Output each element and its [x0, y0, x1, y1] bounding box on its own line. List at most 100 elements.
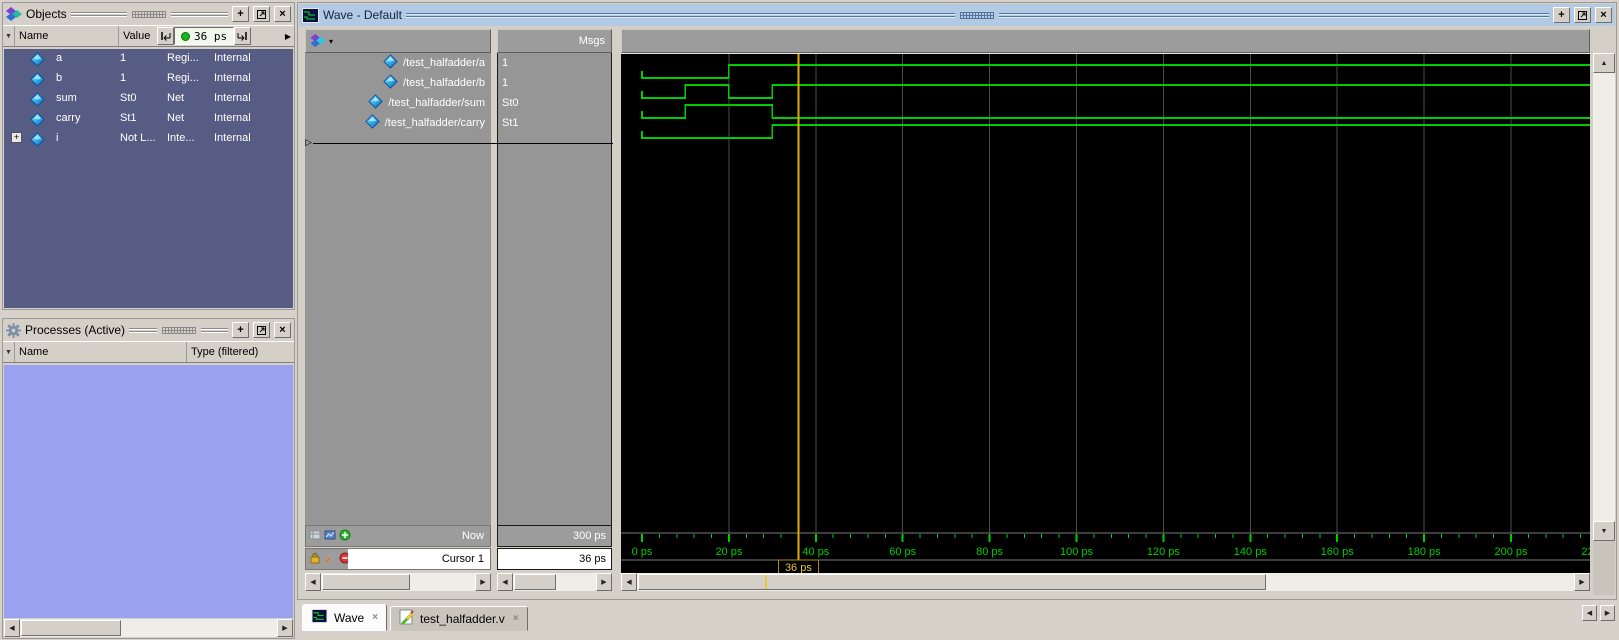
add-cursor-icon[interactable]	[339, 529, 351, 541]
signal-diamond-icon	[368, 94, 383, 112]
objects-filter-icon[interactable]: ▼	[3, 26, 15, 46]
wave-add-button[interactable]: +	[1553, 7, 1570, 23]
object-mode: Internal	[214, 52, 251, 64]
wave-titlebar[interactable]: Wave - Default + ×	[299, 4, 1615, 26]
export-icon[interactable]	[309, 529, 321, 541]
processes-hscroll-thumb[interactable]	[21, 620, 121, 636]
scroll-down-icon[interactable]: ▼	[1593, 521, 1615, 541]
objects-titlebar[interactable]: Objects + ×	[3, 3, 294, 25]
processes-titlebar[interactable]: Processes (Active) + ×	[3, 319, 294, 341]
tab-close-icon[interactable]: ×	[513, 613, 519, 624]
wave-msgs-header[interactable]: Msgs	[497, 29, 612, 53]
tab-wave[interactable]: Wave×	[302, 604, 387, 631]
wave-hscroll-thumb[interactable]	[638, 574, 1266, 590]
objects-header-value[interactable]: Value	[119, 26, 157, 46]
values-hscroll-thumb[interactable]	[514, 574, 556, 590]
tabbar-scroll-left[interactable]: ◀	[1582, 605, 1597, 621]
wave-signal-value-row[interactable]: St0	[498, 93, 611, 113]
wave-drag-grip[interactable]	[406, 12, 1549, 19]
timeline-ruler[interactable]: 0 ps20 ps40 ps60 ps80 ps100 ps120 ps140 …	[621, 525, 1590, 575]
objects-close-button[interactable]: ×	[274, 6, 291, 22]
processes-hscrollbar[interactable]: ◀ ▶	[4, 619, 293, 637]
processes-header-type[interactable]: Type (filtered)	[187, 342, 294, 362]
object-kind: Net	[167, 112, 184, 124]
objects-undock-button[interactable]	[253, 6, 270, 22]
object-name: carry	[56, 112, 80, 124]
names-hscrollbar[interactable]: ◀ ▶	[305, 573, 491, 591]
processes-close-button[interactable]: ×	[274, 322, 291, 338]
cursor-row-label-cell[interactable]: Cursor 1	[305, 548, 491, 570]
signal-group-icon	[310, 34, 326, 48]
scroll-left-icon[interactable]: ◀	[4, 619, 20, 637]
wave-signal-name-row[interactable]: /test_halfadder/b	[305, 73, 491, 93]
objects-row[interactable]: +iNot L...Inte...Internal	[4, 129, 293, 149]
objects-header-overflow-icon[interactable]: ▶	[282, 26, 294, 46]
svg-text:120 ps: 120 ps	[1147, 546, 1181, 558]
wave-signal-value-row[interactable]: 1	[498, 53, 611, 73]
object-kind: Regi...	[167, 72, 199, 84]
values-hscrollbar[interactable]: ◀ ▶	[497, 573, 612, 591]
processes-filter-icon[interactable]: ▼	[3, 342, 15, 362]
signal-diamond-icon	[30, 132, 45, 150]
tab-close-icon[interactable]: ×	[372, 612, 378, 623]
wave-names-header[interactable]: ▾	[305, 29, 491, 53]
wave-options-icon[interactable]	[324, 529, 336, 541]
wave-signal-value-row[interactable]: 1	[498, 73, 611, 93]
names-hscroll-thumb[interactable]	[322, 574, 410, 590]
wave-undock-button[interactable]	[1574, 7, 1591, 23]
objects-row[interactable]: b1Regi...Internal	[4, 69, 293, 89]
next-event-button[interactable]	[234, 27, 251, 45]
objects-icon	[6, 7, 22, 22]
cursor-lock-icon[interactable]	[309, 552, 321, 564]
wave-tab-icon	[311, 609, 328, 626]
scroll-left-icon[interactable]: ◀	[305, 573, 321, 591]
tabbar-scroll-right[interactable]: ▶	[1600, 605, 1615, 621]
wave-signal-value-row[interactable]: St1	[498, 113, 611, 133]
processes-drag-grip[interactable]	[129, 327, 228, 334]
prev-event-button[interactable]	[157, 27, 174, 45]
objects-title: Objects	[26, 7, 67, 21]
cursor-properties-icon[interactable]	[324, 552, 336, 564]
object-value: 1	[120, 52, 126, 64]
chevron-down-icon[interactable]: ▾	[329, 37, 333, 46]
objects-panel: Objects + × ▼ Name Value 36 ps ▶ a1Regi.…	[2, 2, 295, 310]
objects-header-name[interactable]: Name	[15, 26, 119, 46]
scroll-up-icon[interactable]: ▲	[1593, 53, 1615, 73]
tab-label: test_halfadder.v	[420, 612, 505, 626]
processes-header-name[interactable]: Name	[15, 342, 187, 362]
cursor-value-cell[interactable]: 36 ps	[497, 548, 612, 570]
wave-close-button[interactable]: ×	[1595, 7, 1612, 23]
scroll-right-icon[interactable]: ▶	[277, 619, 293, 637]
processes-gear-icon	[6, 323, 21, 338]
scroll-right-icon[interactable]: ▶	[475, 573, 491, 591]
wave-signal-name-row[interactable]: /test_halfadder/sum	[305, 93, 491, 113]
objects-time-field[interactable]: 36 ps	[174, 27, 234, 45]
scroll-left-icon[interactable]: ◀	[497, 573, 513, 591]
scroll-right-icon[interactable]: ▶	[1574, 573, 1590, 591]
time-status-dot-icon	[181, 32, 190, 41]
wave-hscrollbar[interactable]: ◀ ▶	[621, 573, 1590, 591]
signal-path: /test_halfadder/b	[403, 77, 485, 89]
tab-test-halfadder-v[interactable]: test_halfadder.v ×	[390, 606, 528, 631]
objects-row[interactable]: sumSt0NetInternal	[4, 89, 293, 109]
wave-signal-name-row[interactable]: /test_halfadder/carry	[305, 113, 491, 133]
object-value: Not L...	[120, 132, 155, 144]
signal-value: St0	[502, 97, 519, 109]
wave-vscrollbar[interactable]: ▲ ▼	[1593, 53, 1615, 541]
cursor-label: Cursor 1	[442, 553, 484, 565]
wave-signal-name-row[interactable]: /test_halfadder/a	[305, 53, 491, 73]
scroll-right-icon[interactable]: ▶	[596, 573, 612, 591]
objects-row[interactable]: carrySt1NetInternal	[4, 109, 293, 129]
objects-row[interactable]: a1Regi...Internal	[4, 49, 293, 69]
cursor-name-box[interactable]: Cursor 1	[348, 549, 490, 569]
object-mode: Internal	[214, 112, 251, 124]
wave-canvas-header	[621, 29, 1590, 53]
objects-drag-grip[interactable]	[71, 11, 228, 18]
scroll-left-icon[interactable]: ◀	[621, 573, 637, 591]
processes-undock-button[interactable]	[253, 322, 270, 338]
waveform-canvas[interactable]	[621, 53, 1590, 525]
processes-add-button[interactable]: +	[232, 322, 249, 338]
expand-icon[interactable]: +	[11, 132, 22, 143]
objects-add-button[interactable]: +	[232, 6, 249, 22]
processes-title: Processes (Active)	[25, 323, 125, 337]
